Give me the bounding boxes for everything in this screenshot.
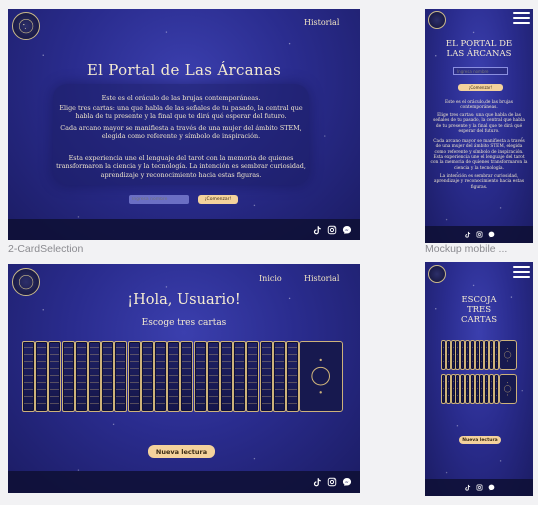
crescent-moon-icon xyxy=(18,18,34,34)
intro-paragraph-1: Elige tres cartas: una que habla de las … xyxy=(59,104,303,121)
intro-text: Este es el oráculo de las brujas contemp… xyxy=(101,94,261,102)
messenger-icon[interactable] xyxy=(488,484,495,491)
menu-burger-icon[interactable] xyxy=(513,266,530,278)
intro-paragraph-2: Cada arcano mayor se manifiesta a través… xyxy=(60,124,302,141)
tiktok-icon[interactable] xyxy=(312,225,322,235)
messenger-icon[interactable] xyxy=(342,225,352,235)
tarot-card-back[interactable] xyxy=(114,341,128,412)
crescent-moon-icon xyxy=(504,348,512,362)
tarot-card-back[interactable] xyxy=(193,341,207,412)
mobile-intro-paragraph-2: Cada arcano mayor se manifiesta a través… xyxy=(433,139,525,155)
instagram-icon[interactable] xyxy=(327,225,337,235)
nav-inicio[interactable]: Inicio xyxy=(259,274,282,283)
tarot-card-back[interactable] xyxy=(154,341,167,412)
new-reading-button[interactable]: Nueva lectura xyxy=(148,445,215,458)
mobile-intro-paragraph-4: La intención es sembrar curiosidad, apre… xyxy=(433,174,525,190)
tarot-card-moon-face[interactable] xyxy=(498,374,517,404)
instagram-icon[interactable] xyxy=(476,231,483,238)
messenger-icon[interactable] xyxy=(342,477,352,487)
crescent-moon-icon xyxy=(434,16,438,24)
crescent-moon-icon xyxy=(434,270,438,278)
menu-burger-icon[interactable] xyxy=(513,12,530,24)
footer-bar xyxy=(8,219,360,240)
tarot-card-back[interactable] xyxy=(206,341,220,412)
tarot-card-back[interactable] xyxy=(180,341,194,412)
mobile-intro-text: Este es el oráculo de las brujas contemp… xyxy=(445,100,513,111)
nav-historial[interactable]: Historial xyxy=(304,18,339,27)
start-button[interactable]: ¡Comenzar! xyxy=(198,195,238,204)
footer-bar xyxy=(8,471,360,493)
tarot-card-back[interactable] xyxy=(246,341,260,412)
moon-logo-mobile[interactable] xyxy=(428,11,446,29)
mobile-card-deck-row-2 xyxy=(441,374,518,404)
tiktok-icon[interactable] xyxy=(312,477,322,487)
tiktok-icon[interactable] xyxy=(464,231,471,238)
mobile-card-deck-row-1 xyxy=(441,340,518,370)
tarot-card-back[interactable] xyxy=(233,341,247,412)
mobile-new-reading-button[interactable]: Nueva lectura xyxy=(459,436,501,444)
tarot-card-moon-face[interactable] xyxy=(498,340,517,370)
nav-historial[interactable]: Historial xyxy=(304,274,339,283)
crescent-moon-icon xyxy=(504,382,512,396)
instagram-icon[interactable] xyxy=(476,484,483,491)
mobile-name-input[interactable] xyxy=(453,67,508,75)
tarot-card-back[interactable] xyxy=(48,341,62,412)
tarot-card-back[interactable] xyxy=(286,341,299,412)
tarot-card-back[interactable] xyxy=(220,341,233,412)
tiktok-icon[interactable] xyxy=(464,484,471,491)
mobile-choose-cards-title: ESCOJA TRES CARTAS xyxy=(460,295,498,326)
mobile-footer-bar xyxy=(425,479,533,496)
mobile-footer-bar xyxy=(425,226,533,243)
name-input[interactable] xyxy=(129,195,189,204)
mobile-intro-paragraph-1: Elige tres cartas: una que habla de las … xyxy=(433,113,525,135)
tarot-card-back[interactable] xyxy=(259,341,273,412)
instagram-icon[interactable] xyxy=(327,477,337,487)
greeting-title: ¡Hola, Usuario! xyxy=(127,292,241,308)
frame-label-card-selection: 2-CardSelection xyxy=(8,243,84,255)
tarot-card-back[interactable] xyxy=(167,341,181,412)
crescent-moon-icon xyxy=(311,359,331,394)
crescent-moon-icon xyxy=(18,274,34,290)
tarot-card-back[interactable] xyxy=(140,341,154,412)
moon-logo-mobile[interactable] xyxy=(428,265,446,283)
mobile-start-button[interactable]: ¡Comenzar! xyxy=(458,84,503,91)
tarot-card-moon-face[interactable] xyxy=(299,341,344,412)
frame-label-mobile: Mockup mobile ... xyxy=(425,243,508,255)
mobile-page-title: EL PORTAL DE LAS ÁRCANAS xyxy=(445,39,513,60)
tarot-card-back[interactable] xyxy=(22,341,35,412)
tarot-card-back[interactable] xyxy=(272,341,286,412)
tarot-card-back[interactable] xyxy=(74,341,88,412)
moon-logo[interactable] xyxy=(12,12,40,40)
page-title: El Portal de Las Árcanas xyxy=(86,61,282,79)
card-deck xyxy=(22,341,344,412)
tarot-card-back[interactable] xyxy=(127,341,141,412)
mobile-intro-paragraph-3: Esta experiencia une el lenguaje del tar… xyxy=(430,155,528,171)
messenger-icon[interactable] xyxy=(488,231,495,238)
choose-cards-subtitle: Escoge tres cartas xyxy=(141,318,227,328)
tarot-card-back[interactable] xyxy=(35,341,49,412)
tarot-card-back[interactable] xyxy=(61,341,75,412)
intro-paragraph-3: Esta experiencia une el lenguaje del tar… xyxy=(56,154,306,179)
tarot-card-back[interactable] xyxy=(101,341,115,412)
tarot-card-back[interactable] xyxy=(88,341,101,412)
